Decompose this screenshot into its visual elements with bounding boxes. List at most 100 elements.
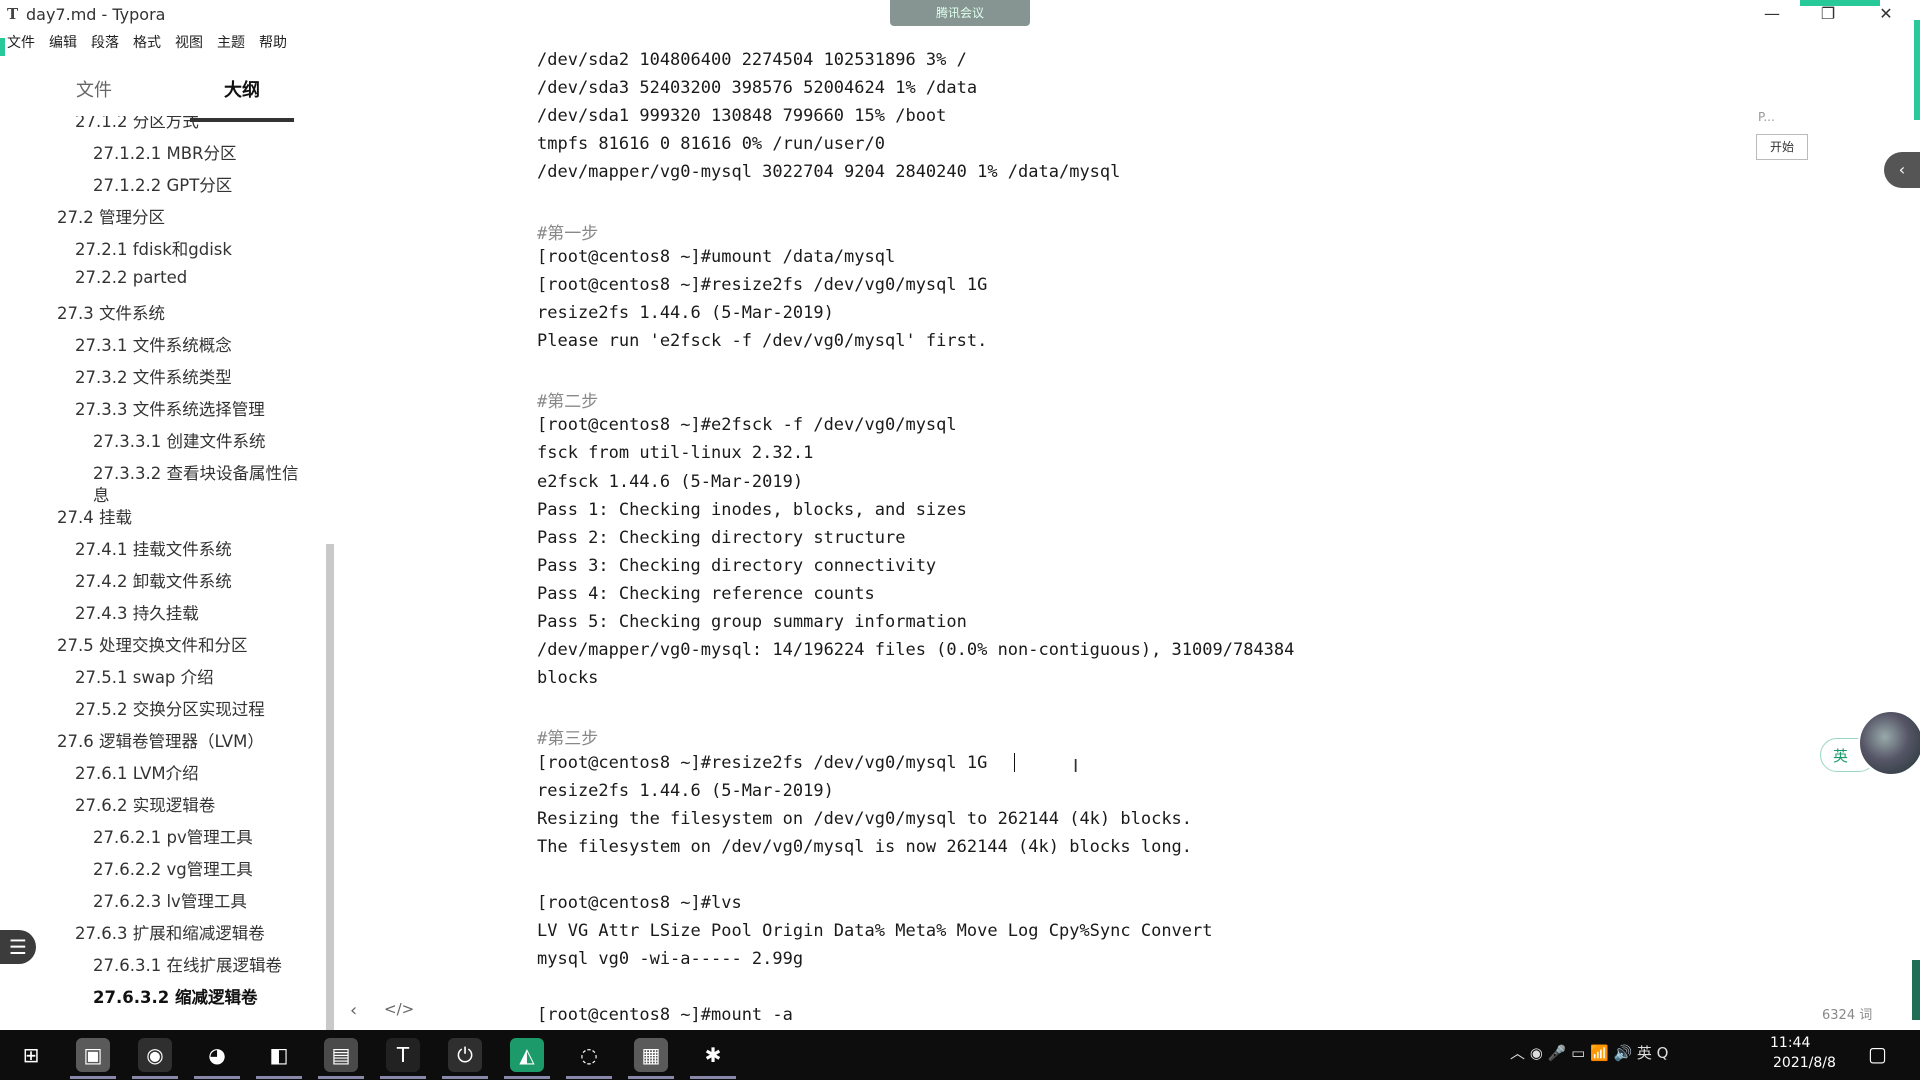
code-line[interactable]: [root@centos8 ~]#e2fsck -f /dev/vg0/mysq… (537, 415, 957, 435)
outline-item[interactable]: 27.4.2 卸载文件系统 (75, 568, 232, 592)
outline-item[interactable]: 27.3.3 文件系统选择管理 (75, 396, 265, 420)
meeting-app-icon[interactable]: ◭ (510, 1038, 544, 1072)
code-line[interactable]: /dev/mapper/vg0-mysql 3022704 9204 28402… (537, 162, 1120, 182)
outline-item[interactable]: 27.6.1 LVM介绍 (75, 760, 199, 784)
outline-item[interactable]: 27.3.2 文件系统类型 (75, 364, 232, 388)
notification-icon[interactable]: ▢ (1868, 1042, 1887, 1066)
code-line[interactable]: [root@centos8 ~]#mount -a (537, 1005, 793, 1025)
outline-item[interactable]: 27.2.2 parted (75, 268, 187, 287)
avatar[interactable] (1858, 710, 1920, 776)
swirl-app-icon[interactable]: ◌ (572, 1038, 606, 1072)
source-code-toggle-icon[interactable]: </> (384, 1000, 414, 1018)
typora-icon[interactable]: T (386, 1038, 420, 1072)
menu-item[interactable]: 主题 (210, 32, 252, 54)
system-tray[interactable]: ︿ ◉ 🎤 ▭ 📶 🔊 英 Q (1510, 1042, 1668, 1063)
clock-time[interactable]: 11:44 (1770, 1035, 1810, 1051)
outline-item[interactable]: 27.5.2 交换分区实现过程 (75, 696, 265, 720)
code-comment-line[interactable]: #第三步 (537, 724, 598, 749)
outline-item[interactable]: 27.5 处理交换文件和分区 (57, 632, 247, 656)
menu-item[interactable]: 编辑 (42, 32, 84, 54)
outline-item[interactable]: 27.4.3 持久挂载 (75, 600, 199, 624)
code-comment-line[interactable]: #第一步 (537, 219, 598, 244)
code-line[interactable]: Pass 5: Checking group summary informati… (537, 612, 967, 632)
menu-item[interactable]: 视图 (168, 32, 210, 54)
taskbar-active-indicator (70, 1076, 116, 1079)
code-line[interactable]: tmpfs 81616 0 81616 0% /run/user/0 (537, 134, 885, 154)
code-line[interactable]: resize2fs 1.44.6 (5-Mar-2019) (537, 303, 834, 323)
code-line[interactable]: e2fsck 1.44.6 (5-Mar-2019) (537, 472, 803, 492)
outline-item[interactable]: 27.3.1 文件系统概念 (75, 332, 232, 356)
power-app-icon[interactable]: ⏻ (448, 1038, 482, 1072)
outline-item[interactable]: 27.3 文件系统 (57, 300, 165, 324)
file-explorer-icon[interactable]: ▤ (324, 1038, 358, 1072)
code-line[interactable]: /dev/sda1 999320 130848 799660 15% /boot (537, 106, 946, 126)
outline-toggle-button[interactable]: ☰ (0, 930, 36, 964)
close-button[interactable]: ✕ (1858, 0, 1914, 30)
outline-item[interactable]: 27.2 管理分区 (57, 204, 165, 228)
windows-start-icon[interactable]: ⊞ (14, 1038, 48, 1072)
app-screenshot-icon[interactable]: ▣ (76, 1038, 110, 1072)
outline-item[interactable]: 27.6 逻辑卷管理器（LVM） (57, 728, 264, 752)
menu-item[interactable]: 文件 (0, 32, 42, 54)
wechat-icon[interactable]: ◕ (200, 1038, 234, 1072)
typora-app-icon: T (7, 5, 19, 23)
word-count[interactable]: 6324 词 (1822, 1004, 1872, 1023)
sync-app-icon[interactable]: ◧ (262, 1038, 296, 1072)
code-line[interactable]: Please run 'e2fsck -f /dev/vg0/mysql' fi… (537, 331, 987, 351)
code-line[interactable]: fsck from util-linux 2.32.1 (537, 443, 813, 463)
code-line[interactable]: [root@centos8 ~]#umount /data/mysql (537, 247, 895, 267)
code-line[interactable]: /dev/sda3 52403200 398576 52004624 1% /d… (537, 78, 977, 98)
outline-item[interactable]: 27.4 挂载 (57, 504, 132, 528)
editor-area[interactable]: /dev/sda2 104806400 2274504 102531896 3%… (340, 40, 1880, 1030)
code-comment-line[interactable]: #第二步 (537, 387, 598, 412)
clock-date[interactable]: 2021/8/8 (1773, 1055, 1836, 1071)
tab-files[interactable]: 文件 (76, 76, 112, 102)
menu-item[interactable]: 格式 (126, 32, 168, 54)
chrome-icon[interactable]: ◉ (138, 1038, 172, 1072)
code-line[interactable]: Pass 4: Checking reference counts (537, 584, 875, 604)
code-line[interactable]: [root@centos8 ~]#lvs (537, 893, 742, 913)
minimize-button[interactable]: — (1744, 0, 1800, 30)
outline-item[interactable]: 27.1.2 分区方式 (75, 116, 199, 132)
code-line[interactable]: Pass 3: Checking directory connectivity (537, 556, 936, 576)
outline-item[interactable]: 27.6.3 扩展和缩减逻辑卷 (75, 920, 265, 944)
accent-strip (1914, 20, 1920, 120)
code-line[interactable]: Resizing the filesystem on /dev/vg0/mysq… (537, 809, 1192, 829)
outline-item[interactable]: 27.6.2 实现逻辑卷 (75, 792, 215, 816)
start-button[interactable]: 开始 (1756, 134, 1808, 160)
outline-item[interactable]: 27.1.2.2 GPT分区 (93, 172, 232, 196)
code-line[interactable]: [root@centos8 ~]#resize2fs /dev/vg0/mysq… (537, 753, 987, 773)
outline-item[interactable]: 27.3.3.1 创建文件系统 (93, 428, 265, 452)
image-app-icon[interactable]: ▦ (634, 1038, 668, 1072)
outline-item[interactable]: 27.6.3.1 在线扩展逻辑卷 (93, 952, 282, 976)
outline-item[interactable]: 27.6.2.3 lv管理工具 (93, 888, 247, 912)
code-line[interactable]: Pass 2: Checking directory structure (537, 528, 905, 548)
collapse-panel-button[interactable]: ‹ (1884, 152, 1920, 188)
code-line[interactable]: The filesystem on /dev/vg0/mysql is now … (537, 837, 1192, 857)
outline-item[interactable]: 27.6.3.2 缩减逻辑卷 (93, 984, 257, 1008)
outline-item[interactable]: 27.4.1 挂载文件系统 (75, 536, 232, 560)
settings-app-icon[interactable]: ✱ (696, 1038, 730, 1072)
tab-outline[interactable]: 大纲 (224, 76, 260, 102)
outline-item[interactable]: 27.6.2.2 vg管理工具 (93, 856, 253, 880)
code-line[interactable]: LV VG Attr LSize Pool Origin Data% Meta%… (537, 921, 1213, 941)
outline-item[interactable]: 27.3.3.2 查看块设备属性信 (93, 460, 298, 484)
meeting-indicator[interactable]: 腾讯会议 (890, 0, 1030, 26)
code-line[interactable]: Pass 1: Checking inodes, blocks, and siz… (537, 500, 967, 520)
outline-item[interactable]: 27.5.1 swap 介绍 (75, 664, 214, 688)
outline-item[interactable]: 27.6.2.1 pv管理工具 (93, 824, 253, 848)
code-line[interactable]: mysql vg0 -wi-a----- 2.99g (537, 949, 803, 969)
restore-button[interactable]: ❐ (1800, 0, 1856, 30)
sidebar-scrollbar[interactable] (326, 544, 334, 1080)
code-line[interactable]: resize2fs 1.44.6 (5-Mar-2019) (537, 781, 834, 801)
outline-item[interactable]: 息 (93, 482, 110, 506)
outline-item[interactable]: 27.2.1 fdisk和gdisk (75, 236, 232, 260)
code-line[interactable]: blocks (537, 668, 598, 688)
code-line[interactable]: /dev/sda2 104806400 2274504 102531896 3%… (537, 50, 967, 70)
menu-item[interactable]: 段落 (84, 32, 126, 54)
code-line[interactable]: /dev/mapper/vg0-mysql: 14/196224 files (… (537, 640, 1294, 660)
outline-item[interactable]: 27.1.2.1 MBR分区 (93, 140, 237, 164)
code-line[interactable]: [root@centos8 ~]#resize2fs /dev/vg0/mysq… (537, 275, 987, 295)
menu-item[interactable]: 帮助 (252, 32, 294, 54)
back-arrow-icon[interactable]: ‹ (350, 1000, 357, 1021)
